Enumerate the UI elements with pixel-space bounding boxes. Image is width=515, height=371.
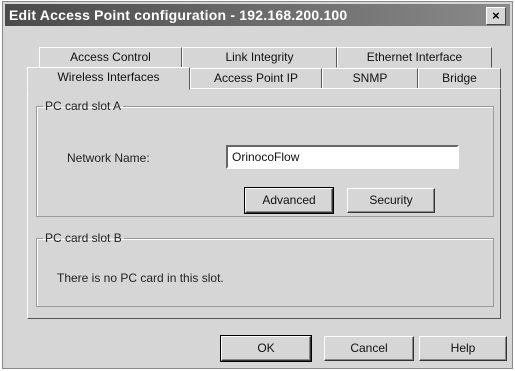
slot-b-group: PC card slot B There is no PC card in th… [36,231,494,307]
cancel-button[interactable]: Cancel [324,336,414,361]
network-name-input[interactable]: OrinocoFlow [226,145,459,169]
network-name-label: Network Name: [67,151,150,165]
tab-wireless-interfaces[interactable]: Wireless Interfaces [27,67,190,90]
tab-link-integrity[interactable]: Link Integrity [182,47,337,68]
security-button[interactable]: Security [347,188,435,213]
advanced-button[interactable]: Advanced [244,187,334,214]
title-bar: Edit Access Point configuration - 192.16… [5,4,510,26]
tab-panel-wireless: PC card slot A Network Name: OrinocoFlow… [27,88,501,319]
tab-bridge[interactable]: Bridge [418,68,501,89]
close-icon: × [492,8,500,23]
tab-snmp[interactable]: SNMP [322,68,418,89]
close-button[interactable]: × [486,7,506,25]
help-button[interactable]: Help [419,336,507,361]
tab-access-control[interactable]: Access Control [39,47,182,68]
dialog-window: Edit Access Point configuration - 192.16… [2,1,513,369]
slot-a-group: PC card slot A Network Name: OrinocoFlow… [36,99,494,217]
slot-a-legend: PC card slot A [45,99,122,113]
tab-access-point-ip[interactable]: Access Point IP [190,68,322,89]
window-title: Edit Access Point configuration - 192.16… [9,7,348,23]
tab-ethernet-interface[interactable]: Ethernet Interface [337,47,492,68]
no-card-message: There is no PC card in this slot. [57,271,224,285]
ok-button[interactable]: OK [220,335,312,362]
slot-b-legend: PC card slot B [45,231,122,245]
